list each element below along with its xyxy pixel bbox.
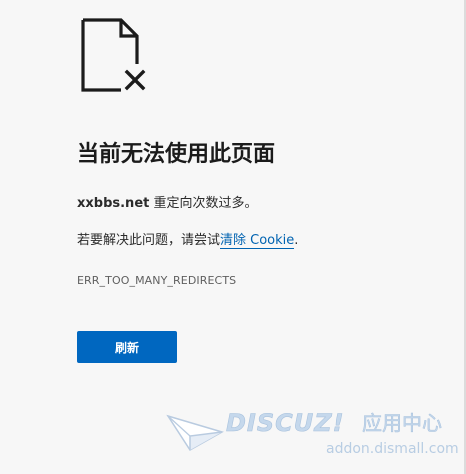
description-text: 重定向次数过多。: [149, 196, 258, 211]
page-title: 当前无法使用此页面: [77, 142, 276, 167]
suggestion-prefix: 若要解决此问题，请尝试: [77, 233, 221, 248]
watermark: DISCUZ! 应用中心 addon.dismall.com: [166, 404, 459, 464]
suggestion-suffix: .: [294, 233, 299, 248]
refresh-button[interactable]: 刷新: [77, 331, 177, 363]
watermark-cn-label: 应用中心: [362, 411, 443, 436]
watermark-url: addon.dismall.com: [326, 441, 459, 457]
paper-plane-icon: [166, 414, 224, 451]
suggestion-text: 若要解决此问题，请尝试清除 Cookie.: [77, 231, 298, 251]
error-description: xxbbs.net 重定向次数过多。: [77, 194, 258, 214]
error-code: ERR_TOO_MANY_REDIRECTS: [77, 274, 237, 287]
watermark-brand: DISCUZ!: [226, 409, 345, 438]
site-domain: xxbbs.net: [77, 196, 150, 211]
clear-cookies-link[interactable]: 清除 Cookie: [220, 233, 295, 249]
broken-file-icon: [81, 18, 146, 92]
